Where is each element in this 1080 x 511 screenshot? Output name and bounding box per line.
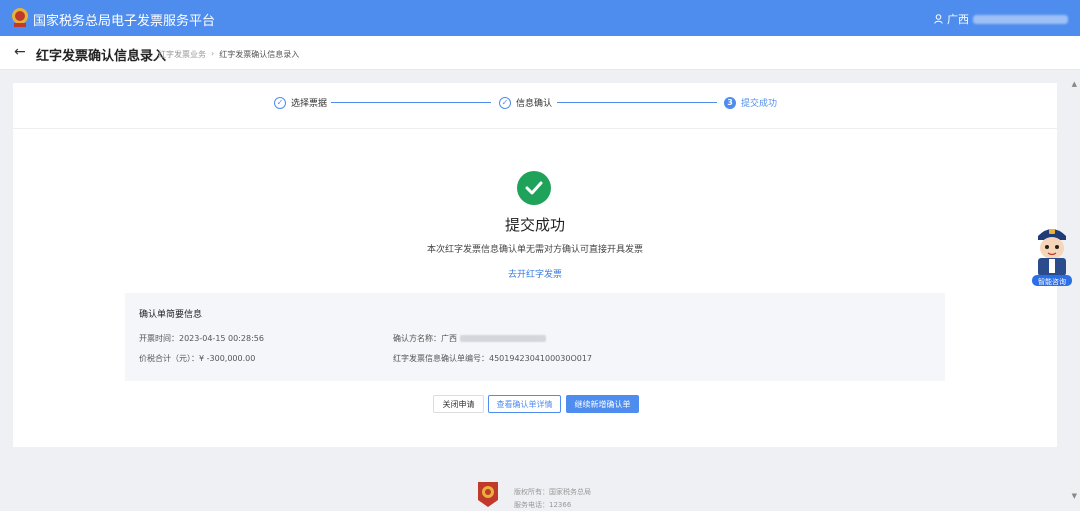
chevron-right-icon: › (211, 49, 215, 58)
check-circle-icon: ✓ (274, 96, 286, 109)
step-2: ✓ 信息确认 (499, 96, 552, 109)
breadcrumb-item-current: 红字发票确认信息录入 (219, 50, 300, 59)
step-label: 选择票据 (291, 99, 328, 109)
page-title: 红字发票确认信息录入 (36, 49, 167, 64)
total-value: ¥ -300,000.00 (199, 354, 256, 363)
user-icon (934, 14, 943, 24)
assistant-label: 智能咨询 (1038, 278, 1066, 286)
user-menu[interactable]: 广西 (934, 11, 1068, 27)
issue-red-invoice-link[interactable]: 去开红字发票 (13, 267, 1057, 280)
step-connector (331, 102, 491, 103)
tax-emblem-logo-icon (478, 482, 498, 507)
step-1: ✓ 选择票据 (274, 96, 327, 109)
step-label: 信息确认 (516, 99, 553, 109)
confirmer-row: 确认方名称：广西 (393, 333, 546, 344)
check-circle-icon: ✓ (499, 96, 511, 109)
confirm-number-label: 红字发票信息确认单编号： (393, 354, 489, 363)
summary-panel: 确认单简要信息 开票时间：2023-04-15 00:28:56 价税合计（元）… (125, 293, 945, 381)
confirmer-label: 确认方名称： (393, 334, 441, 343)
main-card: ✓ 选择票据 ✓ 信息确认 3 提交成功 提交成功 本次红字发票信息确认单无需对… (13, 83, 1057, 447)
breadcrumb-item[interactable]: 红字发票业务 (158, 49, 206, 60)
back-button[interactable]: ← (14, 44, 26, 60)
step-label: 提交成功 (741, 99, 778, 109)
issue-time-row: 开票时间：2023-04-15 00:28:56 (139, 333, 264, 344)
user-name: 广西 (947, 13, 969, 26)
step-indicator: ✓ 选择票据 ✓ 信息确认 3 提交成功 (13, 83, 1057, 129)
confirm-number-value: 4501942304100030O017 (489, 354, 593, 363)
step-connector (557, 102, 717, 103)
view-detail-button[interactable]: 查看确认单详情 (488, 395, 561, 413)
close-application-button[interactable]: 关闭申请 (433, 395, 484, 413)
app-title: 国家税务总局电子发票服务平台 (33, 14, 216, 29)
user-name-redacted (973, 14, 1068, 24)
result-description: 本次红字发票信息确认单无需对方确认可直接开具发票 (426, 245, 643, 255)
step-number-badge: 3 (724, 96, 736, 109)
breadcrumb: 红字发票业务 › 红字发票确认信息录入 (158, 49, 299, 60)
step-3: 3 提交成功 (724, 96, 777, 109)
issue-time-label: 开票时间： (139, 334, 179, 343)
total-row: 价税合计（元）：¥ -300,000.00 (139, 353, 255, 364)
link-text[interactable]: 去开红字发票 (508, 270, 562, 280)
top-bar: 国家税务总局电子发票服务平台 广西 (0, 0, 1080, 36)
issue-time-value: 2023-04-15 00:28:56 (179, 334, 264, 343)
scroll-up-icon[interactable]: ▲ (1072, 80, 1077, 88)
summary-title: 确认单简要信息 (139, 310, 203, 320)
footer-copyright: 版权所有：国家税务总局 (514, 488, 591, 496)
tax-emblem-icon (12, 8, 28, 27)
footer-info: 版权所有：国家税务总局 服务电话：12366 (514, 486, 591, 511)
success-check-icon (517, 171, 551, 205)
total-label: 价税合计（元）： (139, 354, 199, 363)
result-title: 提交成功 (504, 216, 565, 234)
continue-new-button[interactable]: 继续新增确认单 (566, 395, 639, 413)
footer-phone: 服务电话：12366 (514, 501, 572, 509)
confirm-number-row: 红字发票信息确认单编号：4501942304100030O017 (393, 353, 592, 364)
smart-assistant-widget[interactable]: 智能咨询 (1030, 222, 1074, 288)
confirmer-redacted (459, 335, 546, 342)
confirmer-value: 广西 (441, 334, 457, 343)
page-header: ← 红字发票确认信息录入 红字发票业务 › 红字发票确认信息录入 (0, 36, 1080, 70)
scroll-down-icon[interactable]: ▼ (1072, 492, 1077, 500)
